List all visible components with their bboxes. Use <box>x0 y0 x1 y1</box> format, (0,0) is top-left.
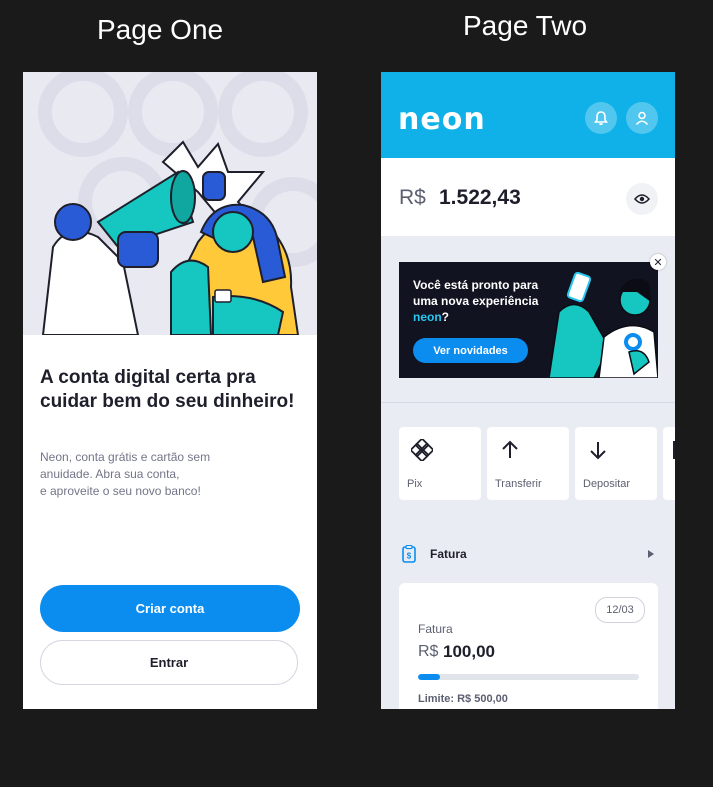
pix-icon <box>411 439 433 461</box>
page-one-screen: A conta digital certa pra cuidar bem do … <box>23 72 317 709</box>
action-pix[interactable]: Pix <box>399 427 481 500</box>
profile-button[interactable] <box>626 102 658 134</box>
fatura-currency: R$ <box>418 643 439 660</box>
toggle-balance-button[interactable] <box>626 183 658 215</box>
svg-text:$: $ <box>407 552 412 561</box>
fatura-value: 100,00 <box>443 642 495 661</box>
promo-banner[interactable]: Você está pronto para uma nova experiênc… <box>399 262 658 378</box>
page-two-screen: neon R$ 1.522,43 Você está pronto para u… <box>381 72 675 709</box>
balance-value: 1.522,43 <box>439 186 521 209</box>
close-banner-button[interactable]: ✕ <box>650 254 666 270</box>
action-deposit[interactable]: Depositar <box>575 427 657 500</box>
user-icon <box>635 111 649 126</box>
action-transfer-label: Transferir <box>495 478 542 490</box>
action-pix-label: Pix <box>407 478 423 490</box>
promo-text: Você está pronto para uma nova experiênc… <box>413 277 553 325</box>
promo-text-highlight: neon <box>413 310 442 324</box>
fatura-section-header[interactable]: $ Fatura <box>399 540 659 568</box>
eye-icon <box>634 194 650 204</box>
page-two-heading: Page Two <box>463 10 588 41</box>
welcome-description: Neon, conta grátis e cartão sem anuidade… <box>40 450 211 498</box>
fatura-card[interactable]: 12/03 Fatura R$ 100,00 Limite: R$ 500,00 <box>399 583 658 709</box>
neon-logo: neon <box>398 102 486 137</box>
section-divider <box>381 402 675 403</box>
promo-text-end: ? <box>441 310 450 324</box>
fatura-section-label: Fatura <box>430 547 467 561</box>
action-more-partial[interactable] <box>663 427 675 500</box>
partial-action-icon <box>673 441 675 459</box>
app-header: neon <box>381 72 675 158</box>
welcome-illustration <box>23 72 317 335</box>
action-transfer[interactable]: Transferir <box>487 427 569 500</box>
invoice-icon: $ <box>402 545 416 563</box>
fatura-card-title: Fatura <box>418 622 453 636</box>
close-icon: ✕ <box>653 256 663 269</box>
welcome-title: A conta digital certa pra cuidar bem do … <box>40 367 295 412</box>
due-date-chip: 12/03 <box>595 597 645 623</box>
login-button[interactable]: Entrar <box>40 640 298 685</box>
bell-icon <box>593 111 609 126</box>
fatura-limit: Limite: R$ 500,00 <box>418 693 508 705</box>
action-deposit-label: Depositar <box>583 478 631 490</box>
notifications-button[interactable] <box>585 102 617 134</box>
create-account-button[interactable]: Criar conta <box>40 585 300 632</box>
balance-currency: R$ <box>399 186 426 209</box>
promo-illustration <box>549 271 658 378</box>
arrow-down-icon <box>590 442 606 460</box>
chevron-right-icon <box>648 550 654 558</box>
see-news-button[interactable]: Ver novidades <box>413 338 528 363</box>
fatura-progress-fill <box>418 674 441 680</box>
fatura-progress-bar <box>418 674 639 680</box>
balance-card: R$ 1.522,43 <box>381 158 675 236</box>
promo-text-main: Você está pronto para uma nova experiênc… <box>413 278 539 308</box>
arrow-up-icon <box>502 440 518 458</box>
page-one-heading: Page One <box>97 14 224 45</box>
